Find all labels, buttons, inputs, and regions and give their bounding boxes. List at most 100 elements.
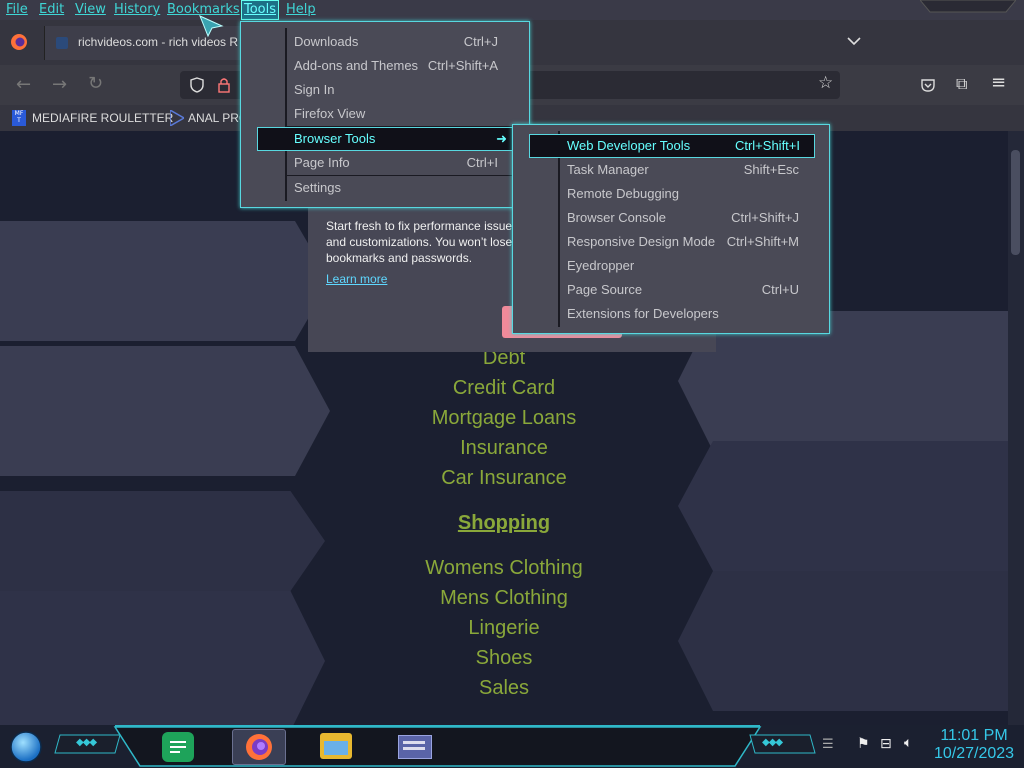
browser-tools-submenu: Web Developer Tools Ctrl+Shift+I Task Ma… <box>512 124 830 334</box>
extensions-icon[interactable]: ⧉ <box>956 74 967 94</box>
start-menu-icon[interactable] <box>9 730 43 764</box>
lock-icon[interactable] <box>218 77 230 93</box>
settings-panel-icon[interactable] <box>398 735 432 759</box>
menu-file[interactable]: File <box>4 1 30 19</box>
menu-item-label: Task Manager <box>567 162 649 177</box>
menu-item-label: Web Developer Tools <box>567 138 691 153</box>
clock-date: 10/27/2023 <box>933 745 1015 762</box>
chevron-down-icon[interactable] <box>847 36 861 46</box>
firefox-icon <box>246 734 272 760</box>
menu-item-label: Sign In <box>294 82 335 97</box>
menu-history[interactable]: History <box>112 1 162 19</box>
flag-icon[interactable]: ⚑ <box>857 736 870 752</box>
menu-item-label: Page Info <box>294 155 350 170</box>
menu-item-label: Downloads <box>294 34 359 49</box>
reload-icon[interactable]: ↻ <box>88 73 103 94</box>
menu-item-firefox-view[interactable]: Firefox View <box>294 103 498 125</box>
link-lingerie[interactable]: Lingerie <box>0 617 1008 640</box>
mediafire-icon: MF T <box>12 110 26 126</box>
menu-item-label: Page Source <box>567 282 643 297</box>
menu-separator <box>285 175 513 176</box>
popup-text: Start fresh to fix performance issues an… <box>326 219 519 265</box>
menu-item-shortcut: Ctrl+Shift+J <box>731 210 799 225</box>
menu-item-label: Remote Debugging <box>567 186 680 201</box>
menu-item-browser-console[interactable]: Browser Console Ctrl+Shift+J <box>567 207 799 229</box>
menu-item-shortcut: Ctrl+J <box>463 34 498 49</box>
learn-more-link[interactable]: Learn more <box>326 272 387 286</box>
menu-item-shortcut: Ctrl+Shift+I <box>734 138 800 153</box>
taskbar-frame <box>54 725 816 767</box>
menu-item-shortcut: Ctrl+U <box>761 282 799 297</box>
menu-item-sign-in[interactable]: Sign In <box>294 79 498 101</box>
bookmark-icon <box>170 110 184 126</box>
forward-icon[interactable]: → <box>52 74 67 95</box>
menu-item-web-developer-tools[interactable]: Web Developer Tools Ctrl+Shift+I <box>529 134 815 158</box>
menu-item-page-source[interactable]: Page Source Ctrl+U <box>567 279 799 301</box>
menu-separator <box>285 126 513 127</box>
link-insurance[interactable]: Insurance <box>0 437 1008 460</box>
bookmark-star-icon[interactable]: ☆ <box>818 73 833 93</box>
menu-gutter <box>558 131 560 327</box>
menu-tools[interactable]: Tools <box>240 0 280 20</box>
menu-item-label: Firefox View <box>294 106 366 121</box>
menu-item-shortcut: Ctrl+I <box>466 155 498 170</box>
firefox-icon[interactable] <box>10 33 28 51</box>
menu-item-extensions-for-developers[interactable]: Extensions for Developers <box>567 303 799 325</box>
clock[interactable]: 11:01 PM 10/27/2023 <box>928 727 1020 763</box>
link-credit-card[interactable]: Credit Card <box>0 377 1008 400</box>
menu-item-task-manager[interactable]: Task Manager Shift+Esc <box>567 159 799 181</box>
menu-item-label: Browser Tools <box>294 131 376 146</box>
menu-item-shortcut: Ctrl+Shift+M <box>726 234 799 249</box>
link-car-insurance[interactable]: Car Insurance <box>0 467 1008 490</box>
bg-panel <box>0 221 330 341</box>
notes-app-icon[interactable] <box>162 732 194 762</box>
menu-item-settings[interactable]: Settings <box>294 177 498 199</box>
menu-item-addons[interactable]: Add-ons and Themes Ctrl+Shift+A <box>294 55 498 77</box>
clock-time: 11:01 PM <box>940 727 1008 744</box>
menu-item-label: Add-ons and Themes <box>294 58 419 73</box>
menu-item-label: Extensions for Developers <box>567 306 719 321</box>
menu-item-downloads[interactable]: Downloads Ctrl+J <box>294 31 498 53</box>
menu-item-browser-tools[interactable]: Browser Tools ➜ <box>257 127 514 151</box>
bookmark-mediafire[interactable]: MEDIAFIRE ROULETTER <box>32 111 173 125</box>
menu-item-shortcut: Shift+Esc <box>743 162 799 177</box>
menu-view[interactable]: View <box>73 1 108 19</box>
link-shoes[interactable]: Shoes <box>0 647 1008 670</box>
site-favicon-icon <box>56 37 68 49</box>
network-icon[interactable]: ⊟ <box>880 736 892 752</box>
keyboard-icon[interactable]: ☰ <box>822 737 834 752</box>
chevrons-right-icon: ◆◆◆ <box>762 737 783 748</box>
link-mortgage-loans[interactable]: Mortgage Loans <box>0 407 1008 430</box>
menu-item-shortcut: Ctrl+Shift+A <box>427 58 498 73</box>
hamburger-menu-icon[interactable]: ≡ <box>991 72 1006 93</box>
window-decoration-icon <box>920 0 1016 13</box>
volume-icon[interactable]: 🔈︎ <box>904 735 912 751</box>
chevrons-left-icon: ◆◆◆ <box>76 737 97 748</box>
shield-icon[interactable] <box>190 77 204 93</box>
menu-item-label: Settings <box>294 180 341 195</box>
link-sales[interactable]: Sales <box>0 677 1008 700</box>
pocket-icon[interactable] <box>920 77 936 93</box>
file-manager-icon[interactable] <box>320 733 352 759</box>
menu-help[interactable]: Help <box>284 1 318 19</box>
menu-item-eyedropper[interactable]: Eyedropper <box>567 255 799 277</box>
link-mens-clothing[interactable]: Mens Clothing <box>0 587 1008 610</box>
menu-item-page-info[interactable]: Page Info Ctrl+I <box>294 152 498 174</box>
shopping-heading[interactable]: Shopping <box>0 512 1008 535</box>
menu-item-label: Browser Console <box>567 210 666 225</box>
tools-menu: Downloads Ctrl+J Add-ons and Themes Ctrl… <box>240 21 530 208</box>
menu-bar: File Edit View History Bookmarks Tools H… <box>0 0 1024 20</box>
scrollbar-thumb[interactable] <box>1011 150 1020 255</box>
menu-item-remote-debugging[interactable]: Remote Debugging <box>567 183 799 205</box>
cursor-icon <box>199 15 224 38</box>
back-icon[interactable]: ← <box>16 74 31 95</box>
menu-edit[interactable]: Edit <box>37 1 66 19</box>
link-womens-clothing[interactable]: Womens Clothing <box>0 557 1008 580</box>
menu-item-label: Eyedropper <box>567 258 635 273</box>
taskbar: ◆◆◆ ◆◆◆ ☰ ⚑ ⊟ 🔈︎ 11:01 PM 10/27/2023 <box>0 725 1024 768</box>
menu-item-label: Responsive Design Mode <box>567 234 716 249</box>
bg-panel <box>678 441 1008 571</box>
menu-item-responsive-design-mode[interactable]: Responsive Design Mode Ctrl+Shift+M <box>567 231 799 253</box>
firefox-taskbar-button[interactable] <box>232 729 286 765</box>
submenu-arrow-icon: ➜ <box>496 131 507 146</box>
